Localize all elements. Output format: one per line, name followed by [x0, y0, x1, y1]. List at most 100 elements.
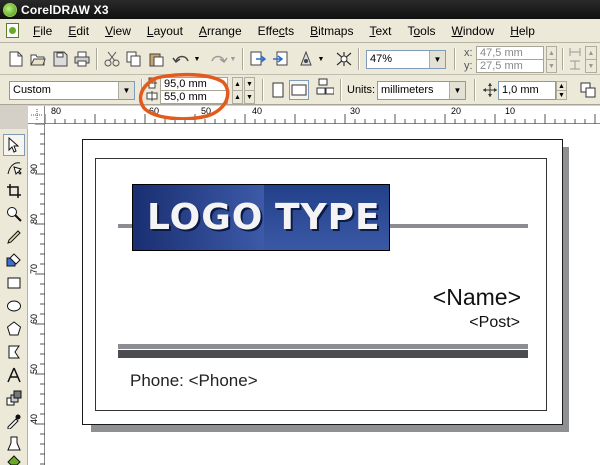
menu-help[interactable]: Help — [502, 21, 543, 41]
vertical-ruler[interactable]: 90 80 70 60 50 40 — [28, 123, 45, 465]
toolbar-separator — [141, 79, 143, 101]
crop-tool-icon[interactable] — [3, 180, 25, 202]
ruler-label: 50 — [201, 106, 212, 116]
object-height-icon — [568, 59, 582, 71]
cut-icon[interactable] — [102, 49, 122, 69]
title-bar: CorelDRAW X3 — [0, 0, 600, 19]
toolbar-separator — [358, 48, 360, 70]
menu-file[interactable]: File — [25, 21, 60, 41]
polygon-tool-icon[interactable] — [3, 318, 25, 340]
ruler-label: 70 — [29, 263, 40, 275]
rectangle-tool-icon[interactable] — [3, 272, 25, 294]
units-combo[interactable]: millimeters ▼ — [377, 81, 466, 100]
portrait-orientation-icon[interactable] — [268, 80, 288, 100]
coreldraw-app-icon — [3, 2, 17, 17]
y-spin-down[interactable]: ▼ — [546, 59, 557, 73]
copy-icon[interactable] — [124, 49, 144, 69]
name-placeholder[interactable]: <Name> — [433, 284, 521, 311]
corel-online-icon[interactable] — [334, 49, 354, 69]
ruler-label: 40 — [252, 106, 263, 116]
basic-shapes-tool-icon[interactable] — [3, 341, 25, 363]
application-launcher-icon[interactable] — [296, 49, 316, 69]
print-icon[interactable] — [72, 49, 92, 69]
nudge-spin-down[interactable]: ▼ — [556, 90, 567, 100]
menu-window[interactable]: Window — [444, 21, 503, 41]
menu-bitmaps[interactable]: Bitmaps — [302, 21, 361, 41]
menu-edit[interactable]: Edit — [60, 21, 97, 41]
new-document-icon[interactable] — [6, 49, 26, 69]
toolbar-separator — [454, 48, 456, 70]
ruler-label: 40 — [29, 413, 40, 425]
apply-layout-icon[interactable] — [315, 78, 335, 98]
logo-right-panel: TYPE — [264, 185, 389, 250]
menu-view[interactable]: View — [97, 21, 139, 41]
undo-dropdown-icon[interactable]: ▼ — [192, 49, 202, 69]
paper-type-value: Custom — [13, 84, 51, 96]
outline-tool-icon[interactable] — [3, 433, 25, 455]
logo-right-text: TYPE — [275, 197, 381, 238]
bottom-divider-thin[interactable] — [118, 344, 528, 349]
position-y-field[interactable]: 27,5 mm — [476, 59, 544, 73]
ruler-label: 10 — [505, 106, 516, 116]
document-icon[interactable] — [6, 23, 19, 38]
paper-width-field[interactable]: 95,0 mm — [160, 77, 228, 91]
zoom-tool-icon[interactable] — [3, 203, 25, 225]
bottom-divider-thick[interactable] — [118, 350, 528, 358]
object-width-icon — [568, 46, 582, 58]
text-tool-icon[interactable] — [3, 364, 25, 386]
width-spin-up[interactable]: ▲ — [232, 77, 243, 91]
menu-layout[interactable]: Layout — [139, 21, 191, 41]
chevron-down-icon[interactable]: ▼ — [118, 82, 134, 99]
x-spin-up[interactable]: ▲ — [546, 46, 557, 60]
toolbar-separator — [96, 48, 98, 70]
redo-dropdown-icon[interactable]: ▼ — [228, 49, 238, 69]
undo-icon[interactable] — [172, 49, 192, 69]
position-x-label: x: — [464, 47, 473, 59]
menu-arrange[interactable]: Arrange — [191, 21, 250, 41]
menu-bar: File Edit View Layout Arrange Effects Bi… — [0, 19, 600, 43]
horizontal-ruler-ticks — [44, 114, 596, 124]
menu-tools[interactable]: Tools — [399, 21, 443, 41]
zoom-level-combo[interactable]: 47% ▼ — [366, 50, 446, 69]
paper-height-field[interactable]: 55,0 mm — [160, 90, 228, 104]
paper-width-icon — [145, 77, 159, 89]
height-spin-down[interactable]: ▼ — [585, 59, 597, 73]
post-placeholder[interactable]: <Post> — [469, 314, 520, 332]
height-spin-down[interactable]: ▼ — [244, 90, 255, 104]
redo-icon[interactable] — [208, 49, 228, 69]
width-spin-down[interactable]: ▼ — [244, 77, 255, 91]
export-icon[interactable] — [270, 49, 290, 69]
menu-text[interactable]: Text — [361, 21, 399, 41]
ruler-origin[interactable] — [28, 106, 45, 124]
ruler-label: 60 — [29, 313, 40, 325]
eyedropper-tool-icon[interactable] — [3, 410, 25, 432]
paste-icon[interactable] — [146, 49, 166, 69]
freehand-tool-icon[interactable] — [3, 226, 25, 248]
nudge-distance-field[interactable]: 1,0 mm — [498, 81, 556, 100]
window-title: CorelDRAW X3 — [21, 2, 109, 17]
import-icon[interactable] — [248, 49, 268, 69]
smart-fill-tool-icon[interactable] — [3, 249, 25, 271]
ellipse-tool-icon[interactable] — [3, 295, 25, 317]
property-bar: Custom ▼ 95,0 mm 55,0 mm ▲ ▼ ▲ ▼ Units: … — [0, 75, 600, 105]
horizontal-ruler[interactable]: 80 60 50 40 30 20 10 — [44, 106, 600, 124]
position-x-field[interactable]: 47,5 mm — [476, 46, 544, 60]
paper-type-combo[interactable]: Custom ▼ — [9, 81, 135, 100]
launcher-dropdown-icon[interactable]: ▼ — [316, 49, 326, 69]
width-spin-up[interactable]: ▲ — [585, 46, 597, 60]
pick-tool-icon[interactable] — [3, 134, 25, 156]
phone-placeholder[interactable]: Phone: <Phone> — [130, 371, 258, 391]
toolbar-separator — [262, 79, 264, 101]
menu-effects[interactable]: Effects — [250, 21, 302, 41]
shape-tool-icon[interactable] — [3, 157, 25, 179]
duplicate-distance-icon[interactable] — [578, 80, 598, 100]
chevron-down-icon[interactable]: ▼ — [449, 82, 465, 99]
landscape-orientation-icon[interactable] — [289, 80, 309, 100]
chevron-down-icon[interactable]: ▼ — [429, 51, 445, 68]
save-icon[interactable] — [50, 49, 70, 69]
logo-block[interactable]: LOGO TYPE — [132, 184, 390, 251]
fill-tool-icon[interactable] — [3, 455, 25, 465]
open-icon[interactable] — [28, 49, 48, 69]
height-spin-up[interactable]: ▲ — [232, 90, 243, 104]
interactive-blend-tool-icon[interactable] — [3, 387, 25, 409]
